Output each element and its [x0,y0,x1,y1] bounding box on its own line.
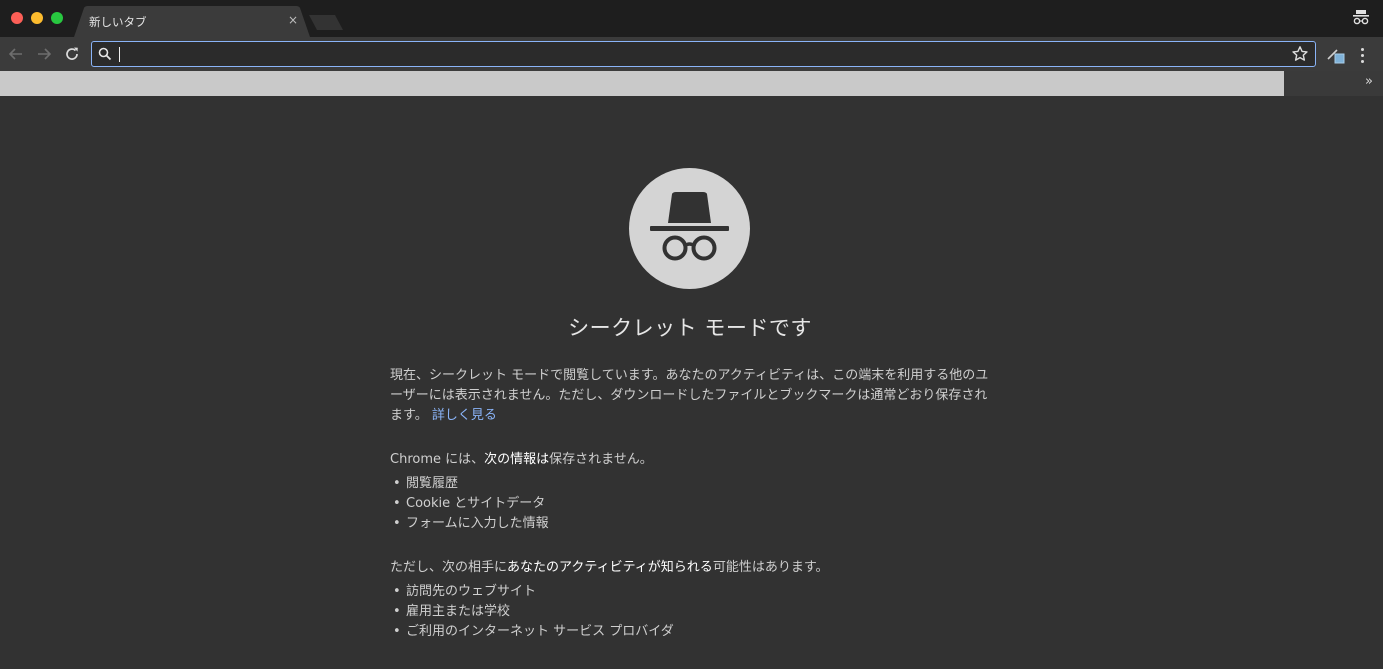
not-saved-lead-prefix: Chrome には、 [390,452,485,467]
tab-close-icon[interactable]: × [286,13,300,27]
forward-arrow-icon [38,48,52,60]
visible-to-lead-prefix: ただし、次の相手に [390,560,508,575]
incognito-icon [650,192,729,261]
not-saved-lead-suffix: 保存されません。 [549,452,653,467]
list-item: 訪問先のウェブサイト [390,582,990,602]
back-arrow-icon [8,48,22,60]
incognito-hero [629,168,750,289]
reload-button[interactable] [61,43,83,65]
list-item: Cookie とサイトデータ [390,494,990,514]
window-close-button[interactable] [11,12,23,24]
omnibox-input[interactable] [117,44,1282,64]
intro-paragraph: 現在、シークレット モードで閲覧しています。あなたのアクティビティは、この端末を… [390,366,990,426]
list-item: 雇用主または学校 [390,602,990,622]
text-caret [119,47,120,62]
reload-icon [66,47,78,60]
visible-to-lead: ただし、次の相手にあなたのアクティビティが知られる可能性はあります。 [390,558,990,578]
window-maximize-button[interactable] [51,12,63,24]
not-saved-lead: Chrome には、次の情報は保存されません。 [390,450,990,470]
incognito-page: シークレット モードです 現在、シークレット モードで閲覧しています。あなたのア… [0,96,1383,669]
tab-strip: 新しいタブ × [0,0,1383,37]
incognito-icon [1353,10,1369,25]
visible-to-section: ただし、次の相手にあなたのアクティビティが知られる可能性はあります。 訪問先のウ… [390,558,990,642]
list-item: 閲覧履歴 [390,474,990,494]
forward-button[interactable] [33,43,55,65]
new-tab-button[interactable] [309,15,343,30]
not-saved-list: 閲覧履歴 Cookie とサイトデータ フォームに入力した情報 [390,474,990,534]
visible-to-lead-bold: あなたのアクティビティが知られる [507,560,713,575]
list-item: ご利用のインターネット サービス プロバイダ [390,622,990,642]
page-title: シークレット モードです [568,316,812,340]
learn-more-link[interactable]: 詳しく見る [432,408,497,423]
more-vert-icon[interactable] [1355,45,1369,65]
window-minimize-button[interactable] [31,12,43,24]
back-button[interactable] [5,43,27,65]
bookmark-bar-area [0,71,1284,96]
not-saved-lead-bold: 次の情報は [484,452,550,467]
extension-icon[interactable] [1326,45,1346,65]
bookmark-bar: » [0,71,1383,96]
tab-new-tab[interactable]: 新しいタブ × [74,6,310,37]
star-icon[interactable] [1291,45,1309,63]
toolbar [0,37,1383,71]
omnibox[interactable] [91,41,1316,67]
visible-to-list: 訪問先のウェブサイト 雇用主または学校 ご利用のインターネット サービス プロバ… [390,582,990,642]
list-item: フォームに入力した情報 [390,514,990,534]
chevron-double-right-icon[interactable]: » [1365,74,1373,89]
not-saved-section: Chrome には、次の情報は保存されません。 閲覧履歴 Cookie とサイト… [390,450,990,534]
search-icon [98,47,112,61]
tab-title: 新しいタブ [89,15,147,29]
visible-to-lead-suffix: 可能性はあります。 [712,560,829,575]
